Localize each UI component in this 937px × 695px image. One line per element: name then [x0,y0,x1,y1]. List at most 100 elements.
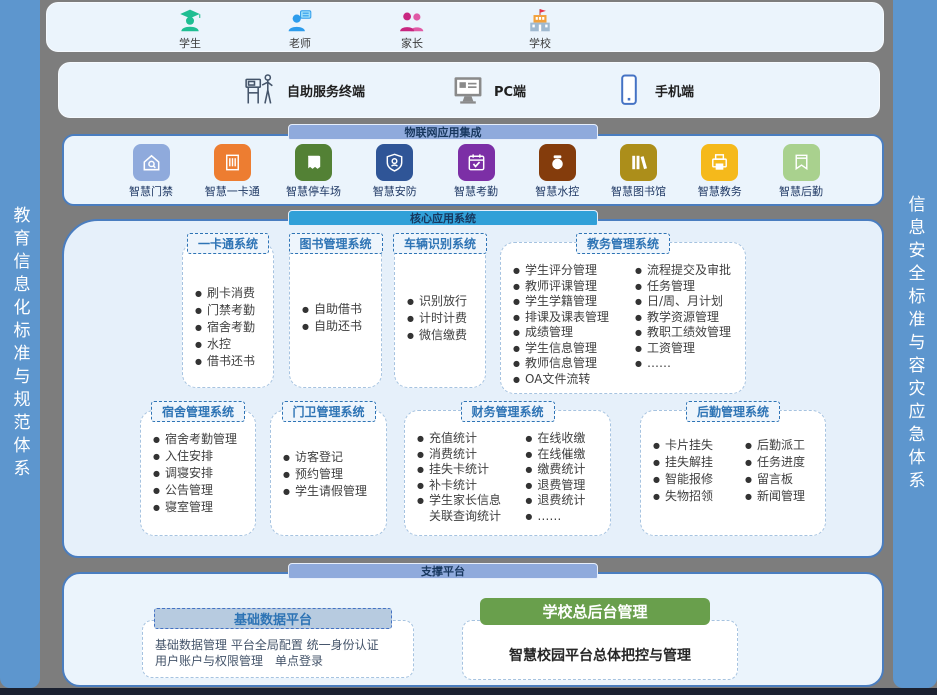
parents-icon [399,8,425,34]
list-item: 任务进度 [745,454,819,471]
iot-item-academic: 智慧教务 [681,144,759,199]
user-item-label: 学生 [157,35,223,51]
parking-card-icon [295,144,332,181]
list-item: 后勤派工 [745,437,819,454]
base-data-platform-title: 基础数据平台 [154,608,392,629]
list-item: 借书还书 [195,353,267,370]
system-box-logistics: 后勤管理系统 卡片挂失 挂失解挂 智能报修 失物招领 后勤派工 任务进度 留言板… [640,410,826,536]
system-item-list: 访客登记 预约管理 学生请假管理 [271,449,386,500]
system-item-list: 在线收缴 在线催缴 缴费统计 退费管理 退费统计 …… [513,431,610,524]
device-item-label: 手机端 [655,81,694,100]
iot-item-label: 智慧后勤 [762,183,840,199]
list-item: 计时计费 [407,310,479,327]
user-item-label: 学校 [507,35,573,51]
list-item: 任务管理 [635,279,739,295]
iot-item-label: 智慧一卡通 [193,183,271,199]
iot-item-parking: 智慧停车场 [275,144,353,199]
iot-item-door-access: 智慧门禁 [112,144,190,199]
onecard-building-icon [214,144,251,181]
academic-printer-icon [701,144,738,181]
list-item: 宿舍考勤 [195,319,267,336]
list-item: 学生信息管理 [513,341,617,357]
door-access-icon [133,144,170,181]
list-item: 寝室管理 [153,499,249,516]
system-item-list: 学生评分管理 教师评课管理 学生学籍管理 排课及课表管理 成绩管理 学生信息管理… [501,263,623,387]
list-item: 教师评课管理 [513,279,617,295]
iot-item-onecard: 智慧一卡通 [193,144,271,199]
system-title: 后勤管理系统 [686,401,780,422]
list-item: 宿舍考勤管理 [153,431,249,448]
logistics-banner-icon [783,144,820,181]
iot-item-label: 智慧教务 [681,183,759,199]
base-platform-line1: 基础数据管理 平台全局配置 统一身份认证 [155,637,413,653]
teacher-icon [287,8,313,34]
iot-item-label: 智慧图书馆 [600,183,678,199]
list-item: 访客登记 [283,449,380,466]
list-item: 预约管理 [283,466,380,483]
system-box-academic: 教务管理系统 学生评分管理 教师评课管理 学生学籍管理 排课及课表管理 成绩管理… [500,242,746,394]
list-item: 日/周、月计划 [635,294,739,310]
user-item-label: 家长 [379,35,445,51]
list-item: 新闻管理 [745,488,819,505]
iot-item-label: 智慧水控 [518,183,596,199]
system-box-gatekeeper: 门卫管理系统 访客登记 预约管理 学生请假管理 [270,410,387,536]
list-item: OA文件流转 [513,372,617,388]
list-item: 失物招领 [653,488,727,505]
system-box-onecard: 一卡通系统 刷卡消费 门禁考勤 宿舍考勤 水控 借书还书 [182,242,274,388]
pc-icon [451,73,485,107]
core-section-header: 核心应用系统 [288,210,598,226]
iot-item-label: 智慧安防 [356,183,434,199]
system-title: 门卫管理系统 [281,401,375,422]
system-title: 宿舍管理系统 [151,401,245,422]
list-item: 自助借书 [302,301,375,318]
list-item: 智能报修 [653,471,727,488]
security-shield-icon [376,144,413,181]
bottom-edge-strip [0,688,937,695]
user-item-teacher: 老师 [267,8,333,51]
list-item: …… [635,356,739,372]
devices-panel: 自助服务终端 PC端 手机端 [58,62,880,118]
system-box-vehicle: 车辆识别系统 识别放行 计时计费 微信缴费 [394,242,486,388]
school-admin-content: 智慧校园平台总体把控与管理 [509,645,691,665]
list-item: 工资管理 [635,341,739,357]
user-item-student: 学生 [157,8,223,51]
device-item-label: 自助服务终端 [287,81,365,100]
list-item: 退费管理 [525,478,604,494]
base-platform-line2: 用户账户与权限管理 单点登录 [155,653,413,669]
iot-panel: 智慧门禁 智慧一卡通 智慧停车场 [62,134,884,206]
iot-item-library: 智慧图书馆 [600,144,678,199]
list-item: 学生评分管理 [513,263,617,279]
device-item-label: PC端 [494,81,526,100]
left-standard-label: 教育信息化标准与规范体系 [8,206,33,482]
list-item: 微信缴费 [407,327,479,344]
right-standard-label: 信息安全标准与容灾应急体系 [903,195,928,494]
iot-item-label: 智慧考勤 [437,183,515,199]
iot-section-header: 物联网应用集成 [288,124,598,140]
list-item: 充值统计 [417,431,507,447]
system-item-list: 识别放行 计时计费 微信缴费 [395,293,485,344]
list-item: 消费统计 [417,447,507,463]
attendance-calendar-icon [458,144,495,181]
list-item: 排课及课表管理 [513,310,617,326]
kiosk-icon [244,73,278,107]
list-item: 退费统计 [525,493,604,509]
system-item-list: 宿舍考勤管理 入住安排 调寝安排 公告管理 寝室管理 [141,431,255,516]
iot-item-label: 智慧停车场 [275,183,353,199]
device-item-pc: PC端 [451,73,526,107]
list-item: 在线催缴 [525,447,604,463]
list-item: 卡片挂失 [653,437,727,454]
school-admin-title: 学校总后台管理 [480,598,710,625]
list-item: 补卡统计 [417,478,507,494]
iot-item-water: 智慧水控 [518,144,596,199]
system-title: 财务管理系统 [460,401,554,422]
system-item-list: 自助借书 自助还书 [290,301,381,335]
list-item: 教师信息管理 [513,356,617,372]
support-section-header: 支撑平台 [288,563,598,579]
school-admin-box: 智慧校园平台总体把控与管理 [462,620,738,680]
list-item: 挂失卡统计 [417,462,507,478]
list-item: 水控 [195,336,267,353]
iot-item-logistics: 智慧后勤 [762,144,840,199]
core-panel: 一卡通系统 刷卡消费 门禁考勤 宿舍考勤 水控 借书还书 图书管理系统 自助借书… [62,219,884,558]
phone-icon [612,73,646,107]
list-item: 公告管理 [153,482,249,499]
